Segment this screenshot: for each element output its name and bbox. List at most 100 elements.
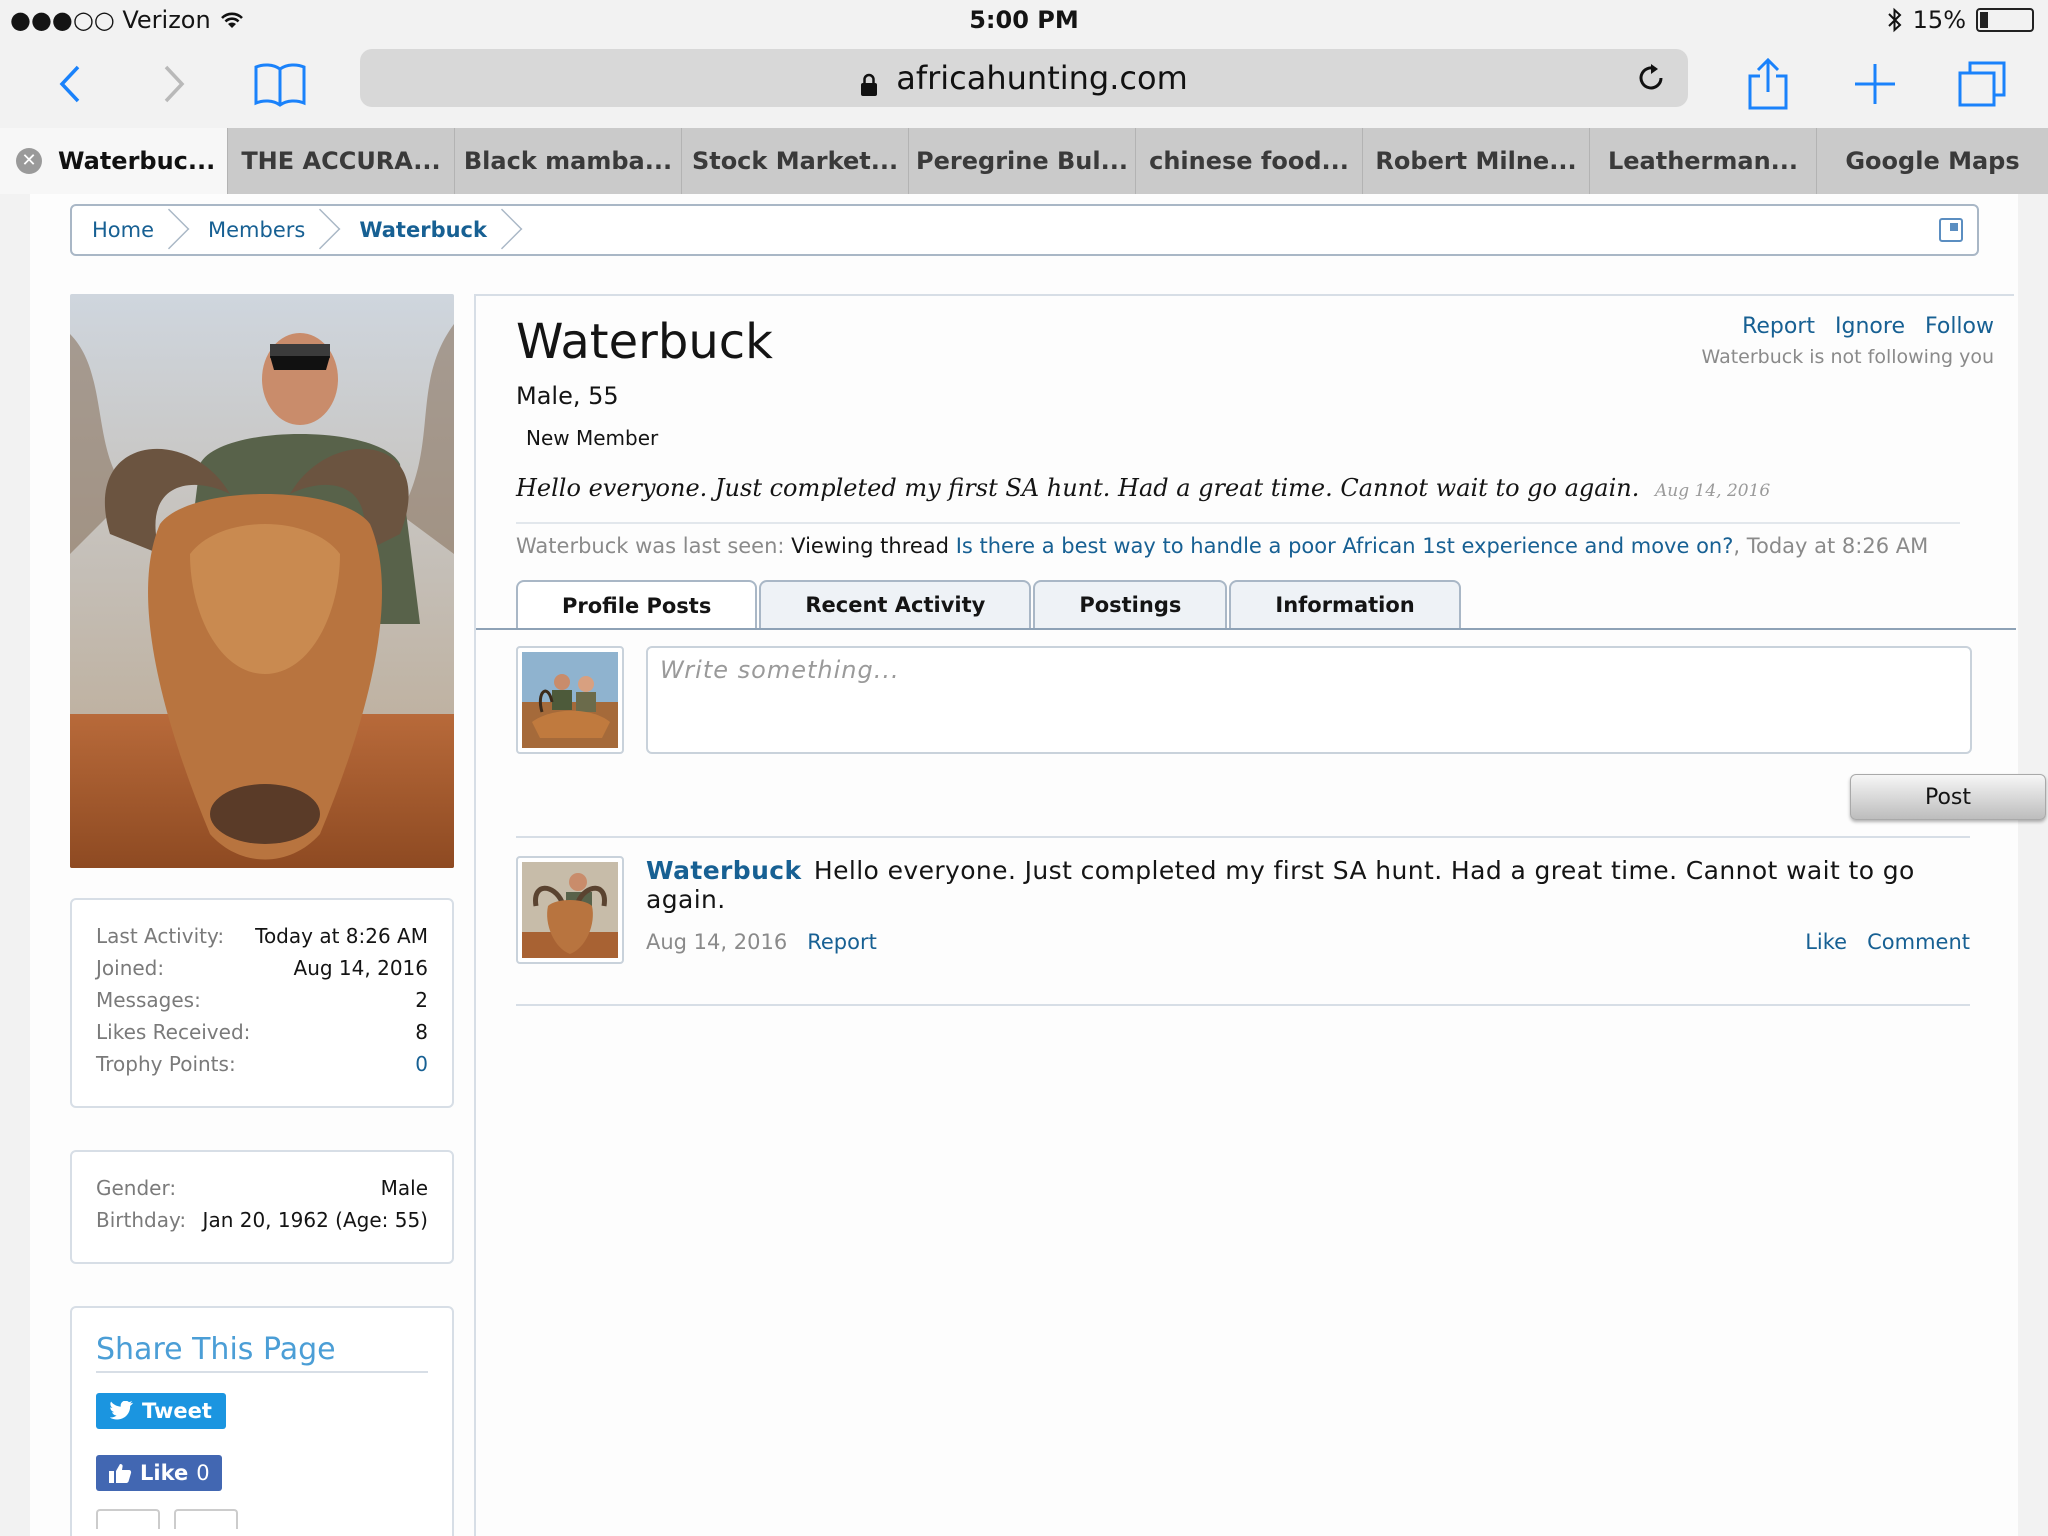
- twitter-icon: [110, 1401, 133, 1420]
- post-composer: Write something... Post: [516, 646, 2046, 820]
- stat-last-activity: Last Activity: Today at 8:26 AM: [96, 924, 428, 948]
- browser-tab[interactable]: Black mamba...: [455, 128, 682, 194]
- stat-messages: Messages: 2: [96, 988, 428, 1012]
- web-page: Home Members Waterbuck Last Activity: To…: [30, 194, 2046, 1536]
- tab-label: Leatherman...: [1607, 147, 1799, 175]
- forward-icon[interactable]: [142, 52, 206, 116]
- last-seen: Waterbuck was last seen: Viewing thread …: [516, 522, 1960, 558]
- breadcrumb-home[interactable]: Home: [72, 206, 190, 254]
- tab-label: chinese food...: [1149, 147, 1349, 175]
- browser-tab[interactable]: Leatherman...: [1590, 128, 1817, 194]
- post-date: Aug 14, 2016: [646, 930, 788, 954]
- report-link[interactable]: Report: [1742, 314, 1815, 339]
- address-bar[interactable]: africahunting.com: [360, 49, 1688, 107]
- follow-link[interactable]: Follow: [1925, 314, 1994, 339]
- stat-joined: Joined: Aug 14, 2016: [96, 956, 428, 980]
- browser-tab[interactable]: Peregrine Bul...: [909, 128, 1136, 194]
- more-share-button[interactable]: [174, 1509, 238, 1529]
- reload-icon[interactable]: [1636, 63, 1666, 93]
- clock: 5:00 PM: [969, 6, 1079, 34]
- write-something-input[interactable]: Write something...: [646, 646, 1972, 754]
- battery-info: 15%: [1887, 6, 2034, 34]
- post-author-avatar[interactable]: [516, 856, 624, 964]
- post-report-link[interactable]: Report: [807, 930, 877, 954]
- profile-user-title: New Member: [526, 426, 659, 450]
- ios-status-bar: ●●●○○ Verizon 5:00 PM 15%: [0, 0, 2048, 40]
- close-tab-icon[interactable]: ✕: [16, 148, 42, 174]
- tab-profile-posts[interactable]: Profile Posts: [516, 580, 758, 630]
- battery-level: [1980, 12, 1988, 28]
- last-seen-prefix: Waterbuck was last seen:: [516, 534, 785, 558]
- browser-tab-bar: ✕ Waterbuc... THE ACCURA... Black mamba.…: [0, 128, 2048, 194]
- stat-trophy-points: Trophy Points: 0: [96, 1052, 428, 1076]
- post-like-link[interactable]: Like: [1805, 930, 1847, 954]
- browser-tab[interactable]: Robert Milne...: [1363, 128, 1590, 194]
- post-comment-link[interactable]: Comment: [1867, 930, 1970, 954]
- like-count: 0: [196, 1461, 210, 1485]
- status-text: Hello everyone. Just completed my first …: [516, 474, 1640, 502]
- browser-tab-active[interactable]: ✕ Waterbuc...: [0, 128, 228, 194]
- share-box: Share This Page Tweet Like 0: [70, 1306, 454, 1536]
- breadcrumb-current[interactable]: Waterbuck: [339, 206, 523, 254]
- browser-tab[interactable]: Stock Market...: [682, 128, 909, 194]
- follow-note: Waterbuck is not following you: [1701, 346, 1995, 368]
- jump-to-icon[interactable]: [1939, 218, 1963, 242]
- tabs-icon[interactable]: [1950, 52, 2014, 116]
- member-stats-box: Last Activity: Today at 8:26 AM Joined: …: [70, 898, 454, 1108]
- tab-information[interactable]: Information: [1229, 580, 1461, 628]
- profile-actions: Report Ignore Follow: [1742, 314, 1994, 339]
- post-body: Waterbuck Hello everyone. Just completed…: [646, 856, 1970, 914]
- profile-tabs: Profile Posts Recent Activity Postings I…: [516, 580, 1461, 630]
- status-date: Aug 14, 2016: [1655, 481, 1771, 501]
- tab-label: Google Maps: [1845, 147, 2020, 175]
- post-actions: Like Comment: [1805, 930, 1970, 954]
- info-birthday: Birthday: Jan 20, 1962 (Age: 55): [96, 1208, 428, 1232]
- tab-postings[interactable]: Postings: [1033, 580, 1228, 628]
- current-user-avatar[interactable]: [516, 646, 624, 754]
- facebook-like-button[interactable]: Like 0: [96, 1455, 222, 1491]
- tab-label: Waterbuc...: [58, 147, 216, 175]
- thumbs-up-icon: [109, 1464, 132, 1483]
- bluetooth-icon: [1887, 7, 1902, 33]
- lock-icon: [860, 67, 878, 96]
- breadcrumb: Home Members Waterbuck: [70, 204, 1979, 256]
- browser-toolbar: africahunting.com: [0, 40, 2048, 128]
- browser-tab[interactable]: THE ACCURA...: [228, 128, 455, 194]
- back-icon[interactable]: [38, 52, 102, 116]
- last-seen-thread-link[interactable]: Is there a best way to handle a poor Afr…: [956, 534, 1734, 558]
- post-text: Hello everyone. Just completed my first …: [646, 856, 1915, 914]
- tab-label: Robert Milne...: [1375, 147, 1577, 175]
- stat-likes-received: Likes Received: 8: [96, 1020, 428, 1044]
- profile-main: Waterbuck Male, 55 New Member Report Ign…: [474, 294, 2046, 1536]
- profile-username: Waterbuck: [516, 314, 773, 370]
- profile-avatar[interactable]: [70, 294, 454, 868]
- trophy-points-link[interactable]: 0: [415, 1052, 428, 1076]
- like-label: Like: [140, 1461, 189, 1485]
- profile-gender-age: Male, 55: [516, 382, 619, 410]
- bookmarks-icon[interactable]: [248, 52, 312, 116]
- tab-label: Peregrine Bul...: [916, 147, 1128, 175]
- tab-label: THE ACCURA...: [241, 147, 441, 175]
- tweet-label: Tweet: [142, 1399, 212, 1423]
- tab-recent-activity[interactable]: Recent Activity: [759, 580, 1032, 628]
- browser-tab[interactable]: chinese food...: [1136, 128, 1363, 194]
- member-info-box: Gender: Male Birthday: Jan 20, 1962 (Age…: [70, 1150, 454, 1264]
- battery-icon: [1976, 8, 2034, 32]
- tweet-button[interactable]: Tweet: [96, 1393, 226, 1429]
- browser-tab[interactable]: Google Maps: [1817, 128, 2048, 194]
- profile-status-message: Hello everyone. Just completed my first …: [516, 474, 1770, 502]
- breadcrumb-members[interactable]: Members: [188, 206, 341, 254]
- share-title: Share This Page: [96, 1332, 428, 1373]
- post-author-link[interactable]: Waterbuck: [646, 856, 802, 885]
- post-button[interactable]: Post: [1850, 774, 2046, 820]
- post-meta: Aug 14, 2016 Report: [646, 930, 877, 954]
- ignore-link[interactable]: Ignore: [1835, 314, 1905, 339]
- new-tab-icon[interactable]: [1843, 52, 1907, 116]
- tabs-divider: [476, 628, 2016, 630]
- last-seen-activity: Viewing thread: [791, 534, 949, 558]
- google-share-button[interactable]: [96, 1509, 160, 1529]
- tab-label: Stock Market...: [691, 147, 899, 175]
- more-share-buttons: [96, 1509, 428, 1529]
- url-text: africahunting.com: [896, 59, 1188, 97]
- share-icon[interactable]: [1736, 52, 1800, 116]
